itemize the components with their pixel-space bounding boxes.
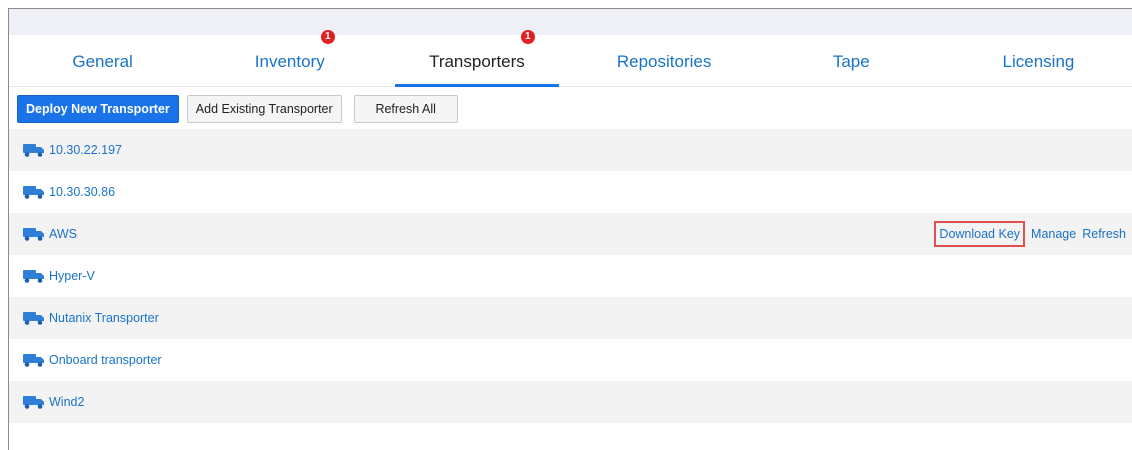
- tab-inventory-wrap: Inventory 1: [254, 30, 335, 87]
- transporter-name[interactable]: Hyper-V: [49, 269, 95, 283]
- refresh-all-button[interactable]: Refresh All: [353, 95, 458, 123]
- transporter-name[interactable]: AWS: [49, 227, 77, 241]
- refresh-link[interactable]: Refresh: [1082, 227, 1126, 241]
- tab-inventory[interactable]: Inventory 1: [196, 30, 383, 87]
- tab-transporters[interactable]: Transporters 1: [383, 30, 570, 87]
- tab-transporters-label: Transporters: [429, 52, 525, 71]
- list-item[interactable]: Onboard transporter: [9, 339, 1132, 381]
- truck-icon: [23, 354, 44, 367]
- list-item[interactable]: AWS Download Key Manage Refresh: [9, 213, 1132, 255]
- truck-icon: [23, 228, 44, 241]
- notification-badge: 1: [320, 30, 335, 44]
- top-strip: [9, 9, 1132, 35]
- transporter-list: 10.30.22.197 10.30.30.86 AWS Download Ke…: [9, 129, 1132, 423]
- list-item[interactable]: Wind2: [9, 381, 1132, 423]
- list-item[interactable]: 10.30.22.197: [9, 129, 1132, 171]
- tab-inventory-label: Inventory: [254, 52, 325, 71]
- transporter-name[interactable]: Onboard transporter: [49, 353, 162, 367]
- tab-repositories-label: Repositories: [616, 52, 712, 71]
- app-frame: General Inventory 1 Transporters 1 Repos…: [8, 8, 1132, 450]
- tab-licensing[interactable]: Licensing: [945, 37, 1132, 86]
- add-existing-transporter-button[interactable]: Add Existing Transporter: [186, 95, 342, 123]
- tab-transporters-wrap: Transporters 1: [429, 30, 535, 87]
- tab-general[interactable]: General: [9, 37, 196, 86]
- tab-tape[interactable]: Tape: [758, 37, 945, 86]
- manage-link[interactable]: Manage: [1031, 227, 1076, 241]
- tab-general-label: General: [72, 52, 133, 71]
- settings-tabs: General Inventory 1 Transporters 1 Repos…: [9, 30, 1132, 87]
- transporter-name[interactable]: Nutanix Transporter: [49, 311, 159, 325]
- download-key-link[interactable]: Download Key: [934, 221, 1026, 247]
- transporter-name[interactable]: 10.30.22.197: [49, 143, 122, 157]
- truck-icon: [23, 270, 44, 283]
- truck-icon: [23, 312, 44, 325]
- tab-repositories[interactable]: Repositories: [571, 37, 758, 86]
- tab-licensing-label: Licensing: [1002, 52, 1075, 71]
- tab-tape-label: Tape: [832, 52, 870, 71]
- notification-badge: 1: [520, 30, 535, 44]
- list-item[interactable]: Hyper-V: [9, 255, 1132, 297]
- transporter-name[interactable]: Wind2: [49, 395, 84, 409]
- toolbar: Deploy New Transporter Add Existing Tran…: [9, 87, 1132, 127]
- list-item[interactable]: Nutanix Transporter: [9, 297, 1132, 339]
- transporter-name[interactable]: 10.30.30.86: [49, 185, 115, 199]
- truck-icon: [23, 186, 44, 199]
- truck-icon: [23, 396, 44, 409]
- truck-icon: [23, 144, 44, 157]
- row-actions: Download Key Manage Refresh: [934, 213, 1126, 255]
- deploy-new-transporter-button[interactable]: Deploy New Transporter: [17, 95, 179, 123]
- list-item[interactable]: 10.30.30.86: [9, 171, 1132, 213]
